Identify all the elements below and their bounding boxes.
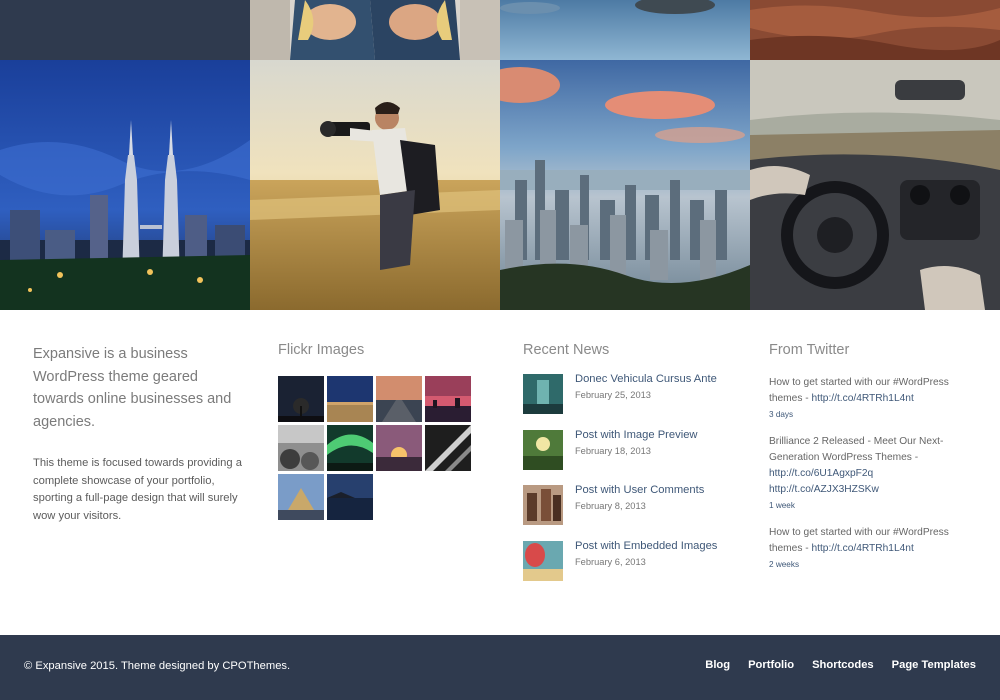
flickr-gallery	[278, 376, 478, 526]
twitter-widget: From Twitter How to get started with our…	[769, 342, 969, 584]
twitter-widget-title: From Twitter	[769, 342, 850, 358]
tweet-text: How to get started with our #WordPress t…	[769, 375, 969, 407]
news-item-date: February 6, 2013	[575, 556, 646, 567]
footer-widgets: Expansive is a business WordPress theme …	[0, 310, 1000, 635]
portfolio-item-lake-top[interactable]	[500, 0, 750, 60]
tweet-link[interactable]: http://t.co/6U1AgxpF2q	[769, 468, 873, 479]
news-item-title[interactable]: Post with Embedded Images	[575, 540, 717, 552]
portfolio-item-kuala-lumpur[interactable]	[0, 60, 250, 310]
footer-nav-portfolio[interactable]: Portfolio	[748, 659, 794, 671]
footer-nav-shortcodes[interactable]: Shortcodes	[812, 659, 874, 671]
tweet-time[interactable]: 2 weeks	[769, 560, 969, 570]
portfolio-item-photographer[interactable]	[250, 60, 500, 310]
flickr-widget-title: Flickr Images	[278, 342, 365, 358]
news-thumbnail[interactable]	[523, 374, 563, 414]
flickr-widget: Flickr Images	[278, 342, 483, 526]
flickr-thumb-aurora[interactable]	[327, 425, 373, 471]
news-list: Donec Vehicula Cursus Ante February 25, …	[523, 373, 738, 595]
tweet-link[interactable]: http://t.co/4RTRh1L4nt	[811, 393, 913, 404]
tweet: How to get started with our #WordPress t…	[769, 375, 969, 420]
portfolio-grid	[0, 0, 1000, 310]
flickr-thumb-city-sunset[interactable]	[425, 376, 471, 422]
news-item-title[interactable]: Post with User Comments	[575, 484, 704, 496]
tweet-text: Brilliance 2 Released - Meet Our Next-Ge…	[769, 434, 969, 498]
portfolio-item-driving[interactable]	[750, 60, 1000, 310]
recent-news-title: Recent News	[523, 342, 610, 358]
flickr-thumb-tree-night[interactable]	[278, 376, 324, 422]
portfolio-item-photographer-top[interactable]	[250, 0, 500, 60]
news-thumbnail[interactable]	[523, 485, 563, 525]
flickr-thumb-bw-bridge[interactable]	[425, 425, 471, 471]
portfolio-item-hong-kong[interactable]	[500, 60, 750, 310]
tweet-link[interactable]: http://t.co/AZJX3HZSKw	[769, 484, 879, 495]
news-item-date: February 18, 2013	[575, 445, 651, 456]
news-thumbnail[interactable]	[523, 540, 563, 581]
recent-news-widget: Recent News Donec Vehicula Cursus Ante F…	[523, 342, 738, 595]
news-item: Post with User Comments February 8, 2013	[523, 484, 738, 540]
portfolio-item-sand-top[interactable]	[750, 0, 1000, 60]
news-thumbnail[interactable]	[523, 429, 563, 470]
copyright-text: © Expansive 2015. Theme designed by CPOT…	[24, 660, 291, 672]
tweet: How to get started with our #WordPress t…	[769, 525, 969, 570]
flickr-thumb-palace[interactable]	[278, 474, 324, 520]
footer-nav: Blog Portfolio Shortcodes Page Templates	[687, 659, 976, 671]
intro-lead-text: Expansive is a business WordPress theme …	[33, 346, 232, 430]
intro-widget: Expansive is a business WordPress theme …	[33, 342, 243, 525]
footer-nav-blog[interactable]: Blog	[705, 659, 730, 671]
tweet-text: How to get started with our #WordPress t…	[769, 525, 969, 557]
news-item-title[interactable]: Post with Image Preview	[575, 429, 698, 441]
news-item-title[interactable]: Donec Vehicula Cursus Ante	[575, 373, 717, 385]
footer-nav-page-templates[interactable]: Page Templates	[892, 659, 976, 671]
tweet-link[interactable]: http://t.co/4RTRh1L4nt	[811, 543, 913, 554]
news-item: Donec Vehicula Cursus Ante February 25, …	[523, 373, 738, 429]
flickr-thumb-sunset[interactable]	[376, 425, 422, 471]
tweet: Brilliance 2 Released - Meet Our Next-Ge…	[769, 434, 969, 511]
flickr-thumb-lake-dusk[interactable]	[327, 474, 373, 520]
tweet-body: Brilliance 2 Released - Meet Our Next-Ge…	[769, 436, 944, 463]
news-item-date: February 8, 2013	[575, 501, 646, 511]
tweet-list: How to get started with our #WordPress t…	[769, 375, 969, 570]
news-item-date: February 25, 2013	[575, 390, 651, 400]
portfolio-item-dark-top[interactable]	[0, 0, 250, 60]
tweet-time[interactable]: 3 days	[769, 410, 969, 420]
flickr-thumb-road[interactable]	[376, 376, 422, 422]
site-footer: © Expansive 2015. Theme designed by CPOT…	[0, 635, 1000, 700]
flickr-thumb-beach-dusk[interactable]	[327, 376, 373, 422]
tweet-time[interactable]: 1 week	[769, 501, 969, 511]
flickr-thumb-bw-rocks[interactable]	[278, 425, 324, 471]
news-item: Post with Image Preview February 18, 201…	[523, 429, 738, 485]
news-item: Post with Embedded Images February 6, 20…	[523, 540, 738, 596]
intro-body-text: This theme is focused towards providing …	[33, 457, 242, 522]
